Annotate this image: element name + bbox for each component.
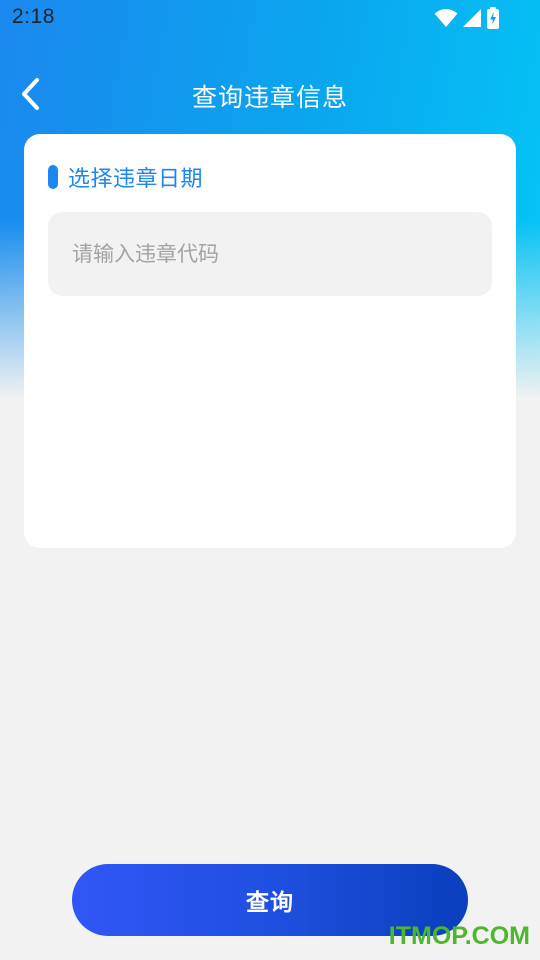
battery-charging-icon xyxy=(486,7,500,29)
page-title: 查询违章信息 xyxy=(191,83,348,112)
violation-query-card: 选择违章日期 xyxy=(24,134,516,548)
cellular-signal-icon xyxy=(462,8,482,28)
status-time: 2:18 xyxy=(12,5,55,28)
section-header[interactable]: 选择违章日期 xyxy=(48,162,203,192)
wifi-icon xyxy=(434,8,458,28)
violation-code-field xyxy=(48,212,492,296)
violation-code-input[interactable] xyxy=(48,212,492,296)
status-bar: 2:18 xyxy=(0,0,540,38)
watermark-logo: ITMOP.COM xyxy=(388,922,530,950)
navigation-bar: 查询违章信息 xyxy=(0,64,540,128)
section-marker xyxy=(48,165,58,189)
select-date-label: 选择违章日期 xyxy=(68,167,204,192)
status-icons xyxy=(434,7,500,29)
